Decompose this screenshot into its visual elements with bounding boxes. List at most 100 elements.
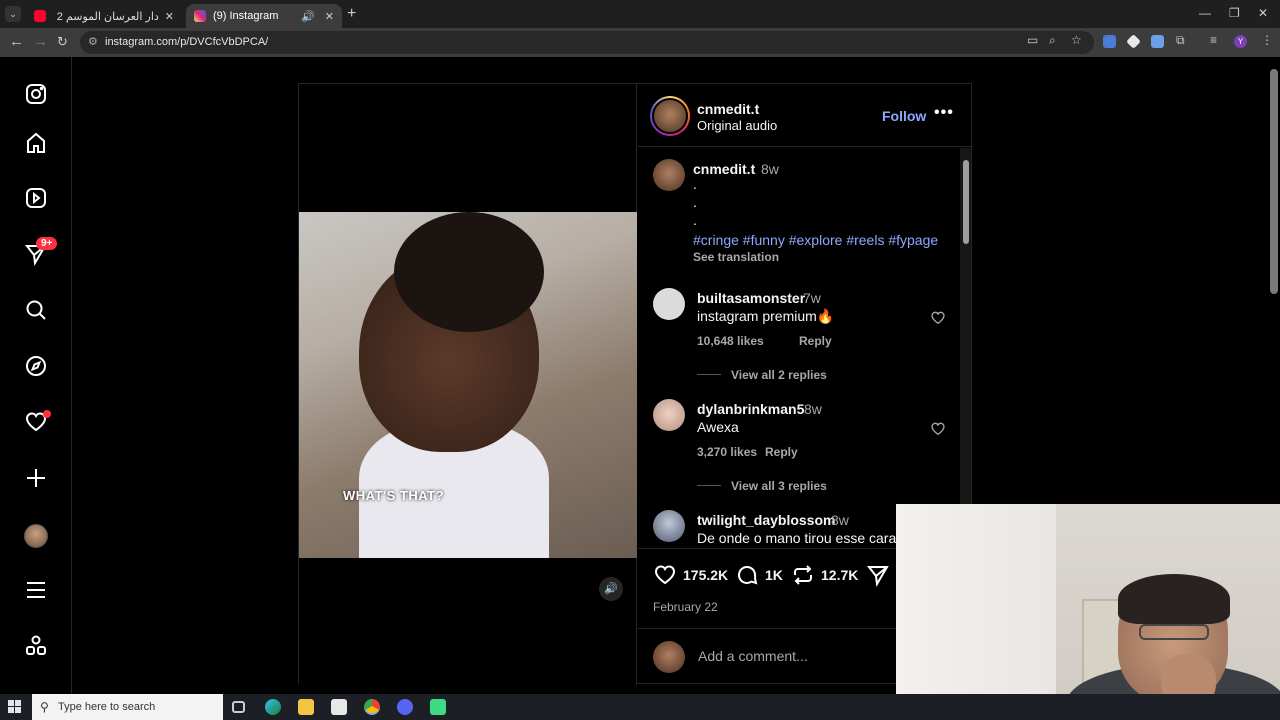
instagram-logo-icon[interactable] xyxy=(22,80,50,108)
comment-reply-button[interactable]: Reply xyxy=(765,445,798,459)
tab-youtube[interactable]: دار العرسان الموسم 2 | الحلقة 20 ✕ xyxy=(26,4,182,28)
restore-icon[interactable]: ❐ xyxy=(1229,6,1240,20)
tab-search-chevron-icon[interactable]: ⌄ xyxy=(5,6,21,22)
chrome-icon[interactable] xyxy=(364,699,380,715)
extension-diamond-icon[interactable] xyxy=(1126,34,1141,49)
author-username[interactable]: cnmedit.t xyxy=(697,101,759,117)
discord-icon[interactable] xyxy=(397,699,413,715)
instagram-favicon-icon xyxy=(194,10,206,22)
close-window-icon[interactable]: ✕ xyxy=(1258,6,1268,20)
share-button[interactable] xyxy=(866,563,896,587)
comment-username[interactable]: twilight_dayblossom xyxy=(697,512,835,528)
comment-likes[interactable]: 3,270 likes xyxy=(697,445,757,459)
comment-username[interactable]: builtasamonster xyxy=(697,290,805,306)
minimize-icon[interactable]: — xyxy=(1199,6,1211,20)
explore-compass-icon[interactable] xyxy=(22,352,50,380)
create-plus-icon[interactable] xyxy=(22,464,50,492)
tab-title: دار العرسان الموسم 2 | الحلقة 20 xyxy=(53,10,159,23)
microsoft-store-icon[interactable] xyxy=(331,699,347,715)
app-green-icon[interactable] xyxy=(430,699,446,715)
also-from-meta-icon[interactable] xyxy=(22,632,50,660)
speaker-icon[interactable]: 🔊 xyxy=(301,10,315,23)
share-icon xyxy=(866,566,889,587)
comment-avatar[interactable] xyxy=(653,510,685,542)
home-icon[interactable] xyxy=(22,129,50,157)
reposts-count: 12.7K xyxy=(821,567,859,583)
back-arrow-icon[interactable]: ← xyxy=(9,33,24,50)
windows-start-icon[interactable] xyxy=(8,700,22,714)
webcam-overlay xyxy=(896,504,1280,720)
browser-menu-icon[interactable]: ⋮ xyxy=(1261,33,1273,47)
bookmark-star-icon[interactable]: ☆ xyxy=(1071,33,1082,47)
notification-dot xyxy=(43,410,51,418)
comment-button[interactable]: 1K xyxy=(735,563,783,587)
see-translation-link[interactable]: See translation xyxy=(693,250,779,264)
reload-icon[interactable]: ↻ xyxy=(57,34,68,50)
view-replies-button[interactable]: View all 3 replies xyxy=(731,479,827,493)
comment-reply-button[interactable]: Reply xyxy=(799,334,832,348)
search-icon[interactable] xyxy=(22,296,50,324)
new-tab-button[interactable]: + xyxy=(347,5,356,23)
audio-link[interactable]: Original audio xyxy=(697,118,777,133)
file-explorer-icon[interactable] xyxy=(298,699,314,715)
scrollbar-thumb[interactable] xyxy=(963,160,969,244)
tab-close-icon[interactable]: ✕ xyxy=(165,10,174,23)
address-bar[interactable]: ⚙ instagram.com/p/DVCfcVbDPCA/ xyxy=(80,31,1094,54)
reading-list-icon[interactable]: ≡ xyxy=(1210,33,1217,47)
profile-avatar-icon[interactable]: Y xyxy=(1234,35,1247,48)
translate-extension-icon[interactable] xyxy=(1103,35,1116,48)
url-text[interactable]: instagram.com/p/DVCfcVbDPCA/ xyxy=(105,36,268,48)
forward-arrow-icon[interactable]: → xyxy=(33,33,48,50)
reel-video[interactable]: WHAT'S THAT? xyxy=(299,212,637,558)
site-info-icon[interactable]: ⚙ xyxy=(88,35,98,48)
more-options-icon[interactable]: ••• xyxy=(934,104,954,122)
edge-icon[interactable] xyxy=(265,699,281,715)
add-comment-input[interactable]: Add a comment... xyxy=(698,648,808,664)
replies-divider xyxy=(697,485,721,486)
page-scrollbar[interactable] xyxy=(1270,69,1278,294)
install-app-icon[interactable]: ▭ xyxy=(1027,33,1038,47)
post-modal: WHAT'S THAT? 🔊 cnmedit.t Original audio … xyxy=(298,83,973,685)
comment-like-heart-icon[interactable] xyxy=(930,310,946,326)
comment-username[interactable]: dylanbrinkman5 xyxy=(697,401,804,417)
caption-hashtags[interactable]: #cringe #funny #explore #reels #fypage xyxy=(693,232,938,248)
comment-like-heart-icon[interactable] xyxy=(930,421,946,437)
tab-instagram[interactable]: (9) Instagram 🔊 ✕ xyxy=(186,4,342,28)
webcam-person-glasses xyxy=(1139,624,1209,640)
like-button[interactable]: 175.2K xyxy=(653,563,728,587)
extension-blue-icon[interactable] xyxy=(1151,35,1164,48)
comment-bubble-icon xyxy=(738,566,758,585)
follow-button[interactable]: Follow xyxy=(882,108,926,124)
taskbar-search-box[interactable]: ⚲ Type here to search xyxy=(32,694,223,720)
video-frame-hair xyxy=(394,212,544,332)
browser-toolbar: ← → ↻ ⚙ instagram.com/p/DVCfcVbDPCA/ ▭ ⌕… xyxy=(0,28,1280,57)
likes-count: 175.2K xyxy=(683,567,729,583)
more-menu-icon[interactable] xyxy=(22,576,50,604)
comments-scrollbar[interactable] xyxy=(960,148,971,548)
repost-button[interactable]: 12.7K xyxy=(791,563,858,587)
task-view-icon[interactable] xyxy=(232,701,245,713)
view-replies-button[interactable]: View all 2 replies xyxy=(731,368,827,382)
comment-text: Awexa xyxy=(697,419,739,435)
post-date: February 22 xyxy=(653,600,718,614)
reels-icon[interactable] xyxy=(22,184,50,212)
comment-age: 7w xyxy=(803,290,821,306)
comment-likes[interactable]: 10,648 likes xyxy=(697,334,764,348)
comment-avatar[interactable] xyxy=(653,399,685,431)
post-header: cnmedit.t Original audio Follow ••• xyxy=(638,84,973,147)
windows-taskbar: ⚲ Type here to search xyxy=(0,694,1280,720)
viewer-avatar xyxy=(653,641,685,673)
browser-tab-strip: ⌄ دار العرسان الموسم 2 | الحلقة 20 ✕ (9)… xyxy=(0,0,1280,28)
comment-text: instagram premium🔥 xyxy=(697,308,835,324)
profile-avatar[interactable] xyxy=(24,524,48,548)
tab-close-icon[interactable]: ✕ xyxy=(325,10,334,23)
author-avatar[interactable] xyxy=(650,96,690,136)
comments-list[interactable]: cnmedit.t 8w . . . #cringe #funny #explo… xyxy=(638,148,973,548)
like-heart-icon xyxy=(654,565,676,585)
extensions-puzzle-icon[interactable]: ⧉ xyxy=(1176,33,1185,48)
comment-avatar[interactable] xyxy=(653,288,685,320)
audio-toggle-icon[interactable]: 🔊 xyxy=(599,577,623,601)
zoom-icon[interactable]: ⌕ xyxy=(1049,33,1056,48)
caption-username[interactable]: cnmedit.t xyxy=(693,161,755,177)
caption-avatar[interactable] xyxy=(653,159,685,191)
